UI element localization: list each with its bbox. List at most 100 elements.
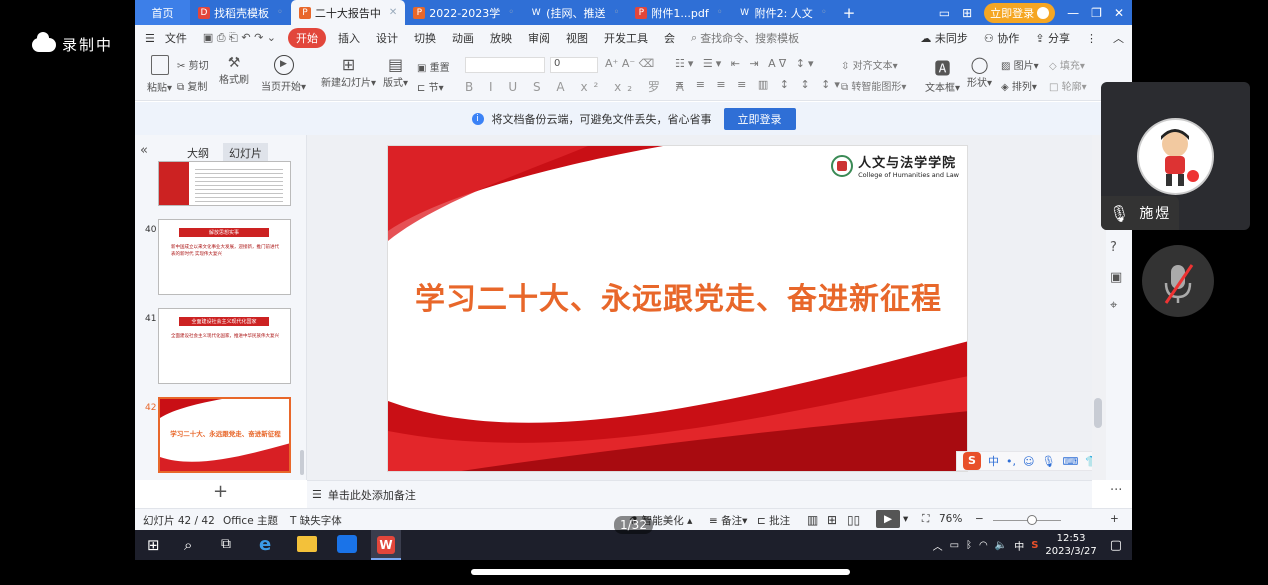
zoom-value[interactable]: 76% <box>939 513 962 525</box>
participant-video[interactable]: 🎙 施煜 <box>1101 82 1250 230</box>
font-family-select[interactable] <box>465 57 545 73</box>
picture-button[interactable]: ▨ 图片▾ <box>1001 57 1039 72</box>
clock[interactable]: 12:53 2023/3/27 <box>1045 532 1096 558</box>
ie-icon[interactable]: e <box>259 534 271 555</box>
tray-expand-icon[interactable]: ︿ <box>933 538 943 553</box>
task-view-icon[interactable]: ⧉ <box>221 536 231 552</box>
textbox-button[interactable]: 🅰 文本框▾ <box>925 55 960 94</box>
new-tab-icon[interactable]: + <box>835 0 864 25</box>
notes-bar[interactable]: ☰ 单击此处添加备注 <box>307 480 1092 508</box>
font-size-buttons[interactable]: A⁺ A⁻ ⌫ <box>605 57 654 70</box>
maximize-icon[interactable]: ❐ <box>1091 6 1102 20</box>
more-icon[interactable]: ⋮ <box>1078 32 1105 45</box>
menu-item[interactable]: 会 <box>656 30 683 46</box>
align-buttons[interactable]: ≡ ≡ ≡ ≡ ▥ ↕ ↕ ↕▾ <box>675 78 844 91</box>
align-text-button[interactable]: ⇳ 对齐文本▾ <box>841 57 898 72</box>
cloud-status-icon[interactable]: ◦ <box>613 7 619 18</box>
play-from-current-button[interactable]: ▶ 当页开始▾ <box>261 55 306 93</box>
tab-slides[interactable]: 幻灯片 <box>223 143 268 163</box>
doc-tab[interactable]: D 找稻壳模板 ◦ <box>190 0 291 25</box>
menu-item[interactable]: 视图 <box>558 30 596 46</box>
collapse-panel-icon[interactable]: « <box>140 143 148 158</box>
quick-save-icon[interactable]: ▣ ⎙ ⎗ ↶ ↷ ⌄ <box>195 31 284 45</box>
missing-font-button[interactable]: T 缺失字体 <box>290 513 342 528</box>
fill-button[interactable]: ◇ 填充▾ <box>1049 57 1085 72</box>
comments-button[interactable]: ⊏ 批注 <box>757 513 790 528</box>
slide-thumbnail[interactable]: 学习二十大、永远跟党走、奋进新征程 <box>158 397 291 473</box>
windows-start-icon[interactable]: ⊞ <box>147 536 160 554</box>
menu-file[interactable]: 文件 <box>163 30 195 46</box>
help-icon[interactable]: ? <box>1110 240 1117 255</box>
collapse-ribbon-icon[interactable]: ︿ <box>1105 30 1132 46</box>
doc-tab[interactable]: P 二十大报告中 ✕ <box>290 0 406 25</box>
tab-outline[interactable]: 大纲 <box>187 145 209 161</box>
view-sorter-icon[interactable]: ⊞ <box>827 513 837 527</box>
collab-button[interactable]: ⚇ 协作 <box>976 30 1027 46</box>
layout-icon[interactable]: ▭ <box>939 6 950 20</box>
paste-button[interactable]: 粘贴▾ <box>147 55 172 94</box>
close-icon[interactable]: ✕ <box>389 7 397 18</box>
volume-icon[interactable]: 🔈 <box>995 540 1007 551</box>
current-slide[interactable]: 人文与法学学院 College of Humanities and Law 学习… <box>387 145 968 472</box>
font-size-select[interactable]: 0 <box>550 57 598 73</box>
view-normal-icon[interactable]: ▥ <box>807 513 818 527</box>
outline-button[interactable]: □ 轮廓▾ <box>1049 78 1087 93</box>
meeting-app-icon[interactable] <box>337 535 357 553</box>
ime-indicator[interactable]: 中 <box>1014 538 1024 553</box>
menu-item[interactable]: 插入 <box>330 30 368 46</box>
slide-thumbnail[interactable]: 全面建设社会主义现代化国家 全面建设社会主义现代化国家，推进中华民族伟大复兴 <box>158 308 291 384</box>
font-style-buttons[interactable]: B I U S A x² x₂ 罗 A <box>465 78 690 95</box>
slideshow-play-icon[interactable]: ▶ <box>876 510 900 528</box>
cut-button[interactable]: ✂ 剪切 <box>177 57 209 72</box>
doc-tab[interactable]: W (挂网、推送 ◦ <box>522 0 627 25</box>
wps-taskbar-icon[interactable]: W <box>371 530 401 560</box>
search-box[interactable]: ⌕ 查找命令、搜索模板 <box>683 30 807 46</box>
image-tool-icon[interactable]: ▣ <box>1110 270 1122 285</box>
network-icon[interactable]: ◠ <box>979 540 988 551</box>
notify-login-button[interactable]: 立即登录 <box>723 107 796 130</box>
file-explorer-icon[interactable] <box>297 536 317 552</box>
cloud-status-icon[interactable]: ◦ <box>821 7 827 18</box>
share-button[interactable]: ⇪ 分享 <box>1027 30 1078 46</box>
thumb-partial[interactable] <box>158 161 291 206</box>
grid-icon[interactable]: ⊞ <box>962 6 972 20</box>
menu-item[interactable]: 放映 <box>482 30 520 46</box>
menu-item[interactable]: 切换 <box>406 30 444 46</box>
shape-button[interactable]: ◯ 形状▾ <box>967 55 992 89</box>
top-login-button[interactable]: 立即登录 <box>984 2 1056 23</box>
doc-tab[interactable]: P 2022-2023学 ◦ <box>405 0 522 25</box>
menu-item[interactable]: 开始 <box>288 28 327 48</box>
copy-button[interactable]: ⧉ 复制 <box>177 78 207 93</box>
unsynced-button[interactable]: ☁ 未同步 <box>912 30 976 46</box>
panel-scrollbar[interactable] <box>300 450 304 475</box>
add-slide-icon[interactable]: + <box>213 481 228 502</box>
menu-item[interactable]: 审阅 <box>520 30 558 46</box>
cloud-status-icon[interactable]: ◦ <box>508 7 514 18</box>
zoom-slider-thumb[interactable] <box>1027 515 1037 525</box>
theme-name[interactable]: Office 主题 <box>223 513 278 528</box>
view-reading-icon[interactable]: ▯▯ <box>847 513 860 527</box>
home-indicator[interactable] <box>471 569 850 575</box>
layout-button[interactable]: ▤ 版式▾ <box>383 55 408 89</box>
more-dots-icon[interactable]: ··· <box>1110 483 1122 498</box>
smartart-button[interactable]: ⧉ 转智能图形▾ <box>841 78 906 93</box>
bluetooth-icon[interactable]: ᛒ <box>966 540 972 551</box>
battery-icon[interactable]: ▭ <box>950 540 959 551</box>
cloud-status-icon[interactable]: ◦ <box>277 7 283 18</box>
menu-icon[interactable]: ☰ <box>135 32 163 45</box>
tab-home[interactable]: 首页 <box>135 0 190 25</box>
menu-item[interactable]: 开发工具 <box>596 30 656 46</box>
format-painter-button[interactable]: ⚒ 格式刷 <box>219 55 249 86</box>
sogou-tray-icon[interactable]: S <box>1031 540 1038 551</box>
new-slide-button[interactable]: ⊞ 新建幻灯片▾ <box>321 55 376 89</box>
minimize-icon[interactable]: — <box>1067 6 1079 20</box>
reset-button[interactable]: ▣ 重置 <box>417 59 450 74</box>
notes-toggle-button[interactable]: ≡ 备注▾ <box>709 513 747 528</box>
cloud-status-icon[interactable]: ◦ <box>717 7 723 18</box>
fit-icon[interactable]: ⛶ <box>922 513 929 526</box>
list-buttons[interactable]: ☷▾ ☰▾ ⇤ ⇥ Aᐁ ↕▾ <box>675 57 816 70</box>
notification-icon[interactable]: ▢ <box>1110 538 1122 553</box>
location-icon[interactable]: ⌖ <box>1110 298 1117 313</box>
slide-thumbnail[interactable]: 解放思想实事 新中国成立以来文化事业大发展，迎接新，推门前进代表的新时代 实现伟大… <box>158 219 291 295</box>
arrange-button[interactable]: ◈ 排列▾ <box>1001 78 1037 93</box>
